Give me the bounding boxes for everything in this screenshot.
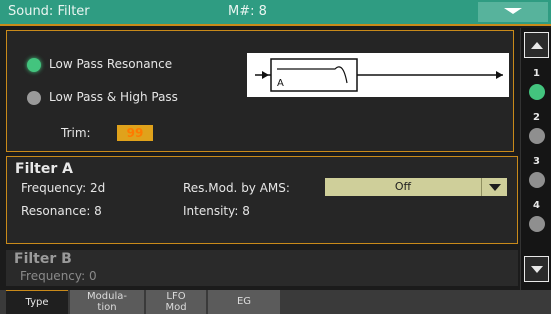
page-title: Sound: Filter — [8, 4, 90, 19]
page-4-indicator[interactable] — [529, 216, 545, 232]
filter-routing-svg: A — [255, 58, 503, 92]
page-1-indicator[interactable] — [529, 84, 545, 100]
page-1-label: 1 — [533, 68, 540, 79]
filter-a-resonance[interactable]: Resonance: 8 — [21, 204, 102, 218]
arrow-down-icon — [530, 266, 543, 273]
diagram-filter-letter: A — [277, 78, 284, 89]
res-mod-dropdown-button[interactable] — [481, 178, 507, 196]
tab-type-label: Type — [25, 297, 49, 308]
tab-modulation-label-line2: tion — [97, 302, 117, 313]
filter-b-section: Filter B Frequency: 0 — [6, 250, 518, 286]
filter-a-intensity[interactable]: Intensity: 8 — [183, 204, 250, 218]
page-4-label: 4 — [533, 200, 540, 211]
radio-low-pass-resonance[interactable] — [27, 58, 41, 72]
dropdown-arrow-icon — [488, 184, 501, 191]
filter-b-frequency: Frequency: 0 — [20, 269, 97, 283]
res-mod-label: Res.Mod. by AMS: — [183, 181, 290, 195]
page-selector-sidebar: 1 2 3 4 — [520, 28, 551, 290]
tab-lfo-mod[interactable]: LFO Mod — [146, 290, 206, 314]
filter-b-heading: Filter B — [14, 251, 72, 267]
page-2-label: 2 — [533, 112, 540, 123]
res-mod-dropdown[interactable]: Off — [325, 178, 481, 196]
filter-routing-diagram: A — [247, 53, 509, 97]
tab-eg[interactable]: EG — [208, 290, 280, 314]
tab-modulation[interactable]: Modula- tion — [70, 290, 144, 314]
page-2-indicator[interactable] — [529, 128, 545, 144]
radio-label-low-pass-high-pass: Low Pass & High Pass — [49, 90, 178, 104]
tab-eg-label: EG — [236, 296, 252, 307]
program-number: M#: 8 — [228, 4, 267, 19]
bottom-tab-bar: Type Modula- tion LFO Mod EG — [0, 290, 551, 314]
filter-a-section: Filter A Frequency: 2d Resonance: 8 Res.… — [6, 156, 518, 244]
radio-label-low-pass-resonance: Low Pass Resonance — [49, 57, 173, 71]
page-3-indicator[interactable] — [529, 172, 545, 188]
tab-lfo-mod-label-line1: LFO — [166, 291, 186, 302]
tab-modulation-label-line1: Modula- — [87, 291, 127, 302]
scroll-up-button[interactable] — [524, 32, 549, 58]
filter-type-panel: Low Pass Resonance Low Pass & High Pass … — [6, 30, 514, 152]
title-bar: Sound: Filter M#: 8 — [0, 0, 551, 26]
arrow-up-icon — [530, 42, 543, 49]
tab-lfo-mod-label-line2: Mod — [165, 302, 187, 313]
filter-a-frequency[interactable]: Frequency: 2d — [21, 181, 105, 195]
scroll-down-button[interactable] — [524, 256, 549, 282]
tab-type[interactable]: Type — [6, 290, 68, 314]
page-3-label: 3 — [533, 156, 540, 167]
trim-label: Trim: — [61, 126, 91, 140]
trim-value[interactable]: 99 — [117, 125, 153, 141]
chevron-down-icon — [504, 8, 522, 14]
page-menu-button[interactable] — [478, 2, 548, 22]
filter-a-heading: Filter A — [15, 161, 73, 177]
radio-low-pass-high-pass[interactable] — [27, 91, 41, 105]
